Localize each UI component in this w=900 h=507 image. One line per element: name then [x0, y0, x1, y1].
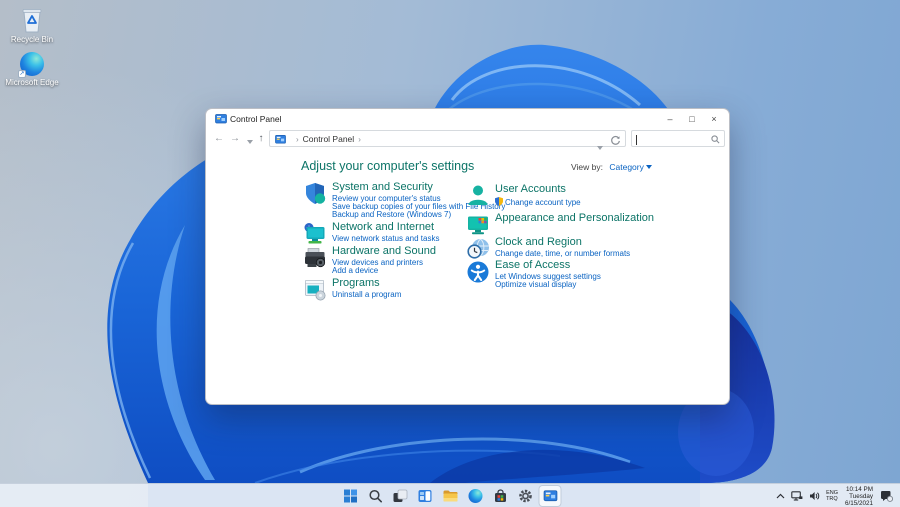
search-icon — [711, 135, 720, 144]
address-dropdown-icon[interactable] — [597, 137, 603, 155]
category-title[interactable]: User Accounts — [495, 183, 581, 195]
clock-time: 10:14 PM — [846, 485, 873, 493]
edge-icon: ↗ — [18, 52, 44, 78]
system-tray: ENG TRQ 10:14 PM Tuesday 6/15/2021 — [773, 484, 898, 507]
store-button[interactable] — [489, 485, 512, 507]
category-ease-of-access: Ease of Access Let Windows suggest setti… — [465, 259, 601, 289]
edge-button[interactable] — [464, 485, 487, 507]
language-line2: TRQ — [826, 496, 838, 502]
widgets-button[interactable] — [414, 485, 437, 507]
control-panel-icon — [275, 135, 286, 144]
file-explorer-button[interactable] — [439, 485, 462, 507]
minimize-button[interactable]: – — [659, 109, 681, 129]
category-hardware-and-sound: Hardware and Sound View devices and prin… — [302, 245, 436, 275]
back-button[interactable]: ← — [212, 131, 226, 147]
shortcut-arrow-icon: ↗ — [18, 70, 26, 78]
windows-logo-icon — [343, 489, 357, 503]
page-title: Adjust your computer's settings — [301, 159, 475, 173]
hidden-icons-chevron[interactable] — [776, 493, 785, 499]
clock-date: 6/15/2021 — [844, 499, 873, 507]
breadcrumb: › Control Panel › — [292, 134, 365, 144]
settings-button[interactable] — [514, 485, 537, 507]
category-link[interactable]: Change date, time, or number formats — [495, 249, 630, 258]
accessibility-icon[interactable] — [465, 259, 491, 285]
category-user-accounts: User Accounts Change account type — [465, 183, 581, 209]
category-title[interactable]: Hardware and Sound — [332, 245, 436, 257]
control-panel-taskbar-button[interactable] — [538, 485, 562, 507]
search-button[interactable] — [364, 485, 387, 507]
taskbar-clock[interactable]: 10:14 PM Tuesday 6/15/2021 — [845, 486, 873, 507]
forward-button[interactable]: → — [228, 131, 242, 147]
category-title[interactable]: Ease of Access — [495, 259, 601, 271]
category-network-and-internet: Network and Internet View network status… — [302, 221, 439, 247]
category-title[interactable]: Appearance and Personalization — [495, 212, 654, 224]
category-link[interactable]: Optimize visual display — [495, 280, 601, 289]
view-by-control: View by: Category — [571, 162, 652, 172]
address-bar[interactable]: › Control Panel › — [269, 130, 626, 150]
category-appearance-and-personalization: Appearance and Personalization — [465, 212, 654, 238]
desktop-icon-recycle-bin[interactable]: Recycle Bin — [3, 6, 61, 44]
uac-shield-icon — [495, 197, 503, 206]
search-icon — [368, 489, 382, 503]
category-programs: Programs Uninstall a program — [302, 277, 401, 303]
search-box — [631, 130, 725, 147]
control-panel-window: Control Panel – □ × ← → ↑ › Control Pane… — [205, 108, 730, 405]
edge-icon — [468, 489, 482, 503]
category-title[interactable]: Clock and Region — [495, 236, 630, 248]
network-icon[interactable] — [791, 491, 803, 501]
navigation-bar: ← → ↑ › Control Panel › — [206, 129, 729, 150]
breadcrumb-control-panel[interactable]: Control Panel — [303, 134, 355, 144]
program-window-icon[interactable] — [302, 277, 328, 303]
category-link[interactable]: View network status and tasks — [332, 234, 439, 243]
category-title[interactable]: Programs — [332, 277, 401, 289]
category-title[interactable]: Network and Internet — [332, 221, 439, 233]
desktop-icon-label: Microsoft Edge — [5, 78, 59, 87]
up-button[interactable]: ↑ — [254, 131, 268, 147]
file-explorer-icon — [443, 490, 457, 502]
recycle-bin-icon — [22, 9, 42, 33]
task-view-icon — [393, 489, 408, 502]
printer-icon[interactable] — [302, 245, 328, 271]
refresh-icon[interactable] — [610, 133, 621, 151]
taskbar-center — [338, 484, 563, 507]
task-view-button[interactable] — [389, 485, 412, 507]
start-button[interactable] — [339, 485, 362, 507]
breadcrumb-separator: › — [296, 135, 299, 144]
control-panel-icon — [543, 490, 557, 502]
notification-center-icon[interactable] — [880, 490, 893, 502]
clock-day: Tuesday — [849, 492, 873, 500]
category-link[interactable]: Add a device — [332, 266, 436, 275]
title-bar[interactable]: Control Panel – □ × — [206, 109, 729, 129]
category-link[interactable]: Uninstall a program — [332, 290, 401, 299]
maximize-button[interactable]: □ — [681, 109, 703, 129]
breadcrumb-separator: › — [358, 135, 361, 144]
language-indicator[interactable]: ENG TRQ — [826, 490, 838, 502]
taskbar: ENG TRQ 10:14 PM Tuesday 6/15/2021 — [0, 483, 900, 507]
desktop-icon-microsoft-edge[interactable]: ↗ Microsoft Edge — [3, 52, 61, 87]
category-link-label: Change account type — [505, 198, 581, 207]
text-caret — [636, 134, 637, 145]
search-input[interactable] — [636, 132, 710, 145]
desktop-icon-label: Recycle Bin — [10, 35, 54, 44]
shield-icon[interactable] — [302, 181, 328, 207]
store-bag-icon — [494, 489, 506, 502]
network-icon[interactable] — [302, 221, 328, 247]
close-button[interactable]: × — [703, 109, 725, 129]
widgets-icon — [418, 490, 432, 502]
window-title: Control Panel — [230, 114, 282, 124]
volume-icon[interactable] — [809, 491, 820, 501]
view-by-label: View by: — [571, 162, 603, 172]
control-panel-icon — [215, 114, 227, 124]
personalization-monitor-icon[interactable] — [465, 212, 491, 238]
user-icon[interactable] — [465, 183, 491, 209]
desktop: Recycle Bin ↗ Microsoft Edge Control Pan… — [0, 0, 900, 507]
category-link[interactable]: Change account type — [495, 197, 581, 207]
chevron-down-icon — [645, 165, 652, 169]
view-by-value[interactable]: Category — [609, 162, 644, 172]
gear-icon — [518, 489, 532, 503]
